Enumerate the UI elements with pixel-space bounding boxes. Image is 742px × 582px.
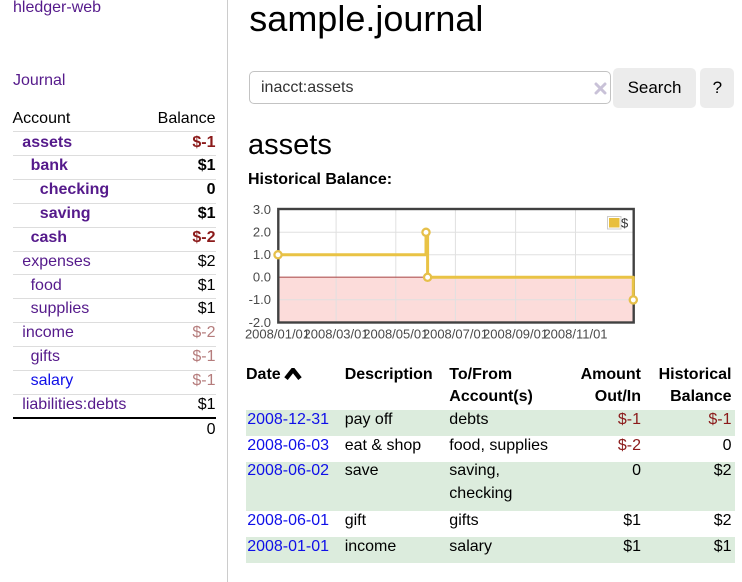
svg-text:$: $ bbox=[621, 215, 629, 230]
svg-text:2008/05/01: 2008/05/01 bbox=[363, 326, 428, 341]
svg-text:2008/07/01: 2008/07/01 bbox=[423, 326, 488, 341]
svg-text:-1.0: -1.0 bbox=[249, 292, 271, 307]
svg-text:0.0: 0.0 bbox=[253, 270, 271, 285]
svg-text:2.0: 2.0 bbox=[253, 224, 271, 239]
svg-text:2008/11/01: 2008/11/01 bbox=[543, 326, 607, 341]
svg-text:1.0: 1.0 bbox=[253, 247, 271, 262]
svg-text:2008/01/01: 2008/01/01 bbox=[245, 326, 310, 341]
svg-text:3.0: 3.0 bbox=[253, 202, 271, 217]
svg-text:2008/03/01: 2008/03/01 bbox=[304, 326, 369, 341]
svg-text:2008/09/01: 2008/09/01 bbox=[483, 326, 548, 341]
